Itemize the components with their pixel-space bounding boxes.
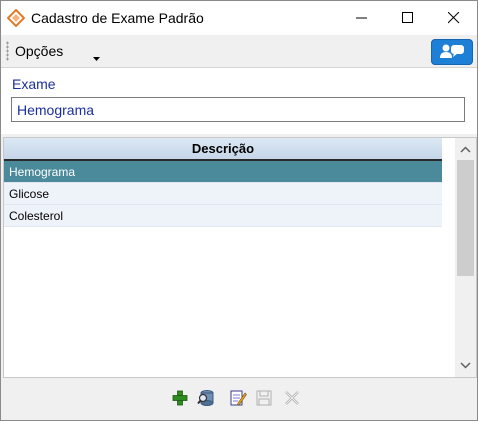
close-button[interactable] [431, 1, 477, 35]
edit-button[interactable] [227, 387, 249, 409]
scroll-down-button[interactable] [455, 356, 476, 374]
window: Cadastro de Exame Padrão Opções Exame He… [0, 0, 478, 421]
search-db-icon [197, 390, 214, 406]
exame-label: Exame [12, 76, 56, 92]
title-bar: Cadastro de Exame Padrão [1, 1, 477, 35]
menu-toolbar: Opções [1, 35, 477, 68]
exam-grid: Descrição Hemograma Glicose Colesterol [3, 137, 477, 378]
plus-icon [172, 390, 188, 406]
help-chat-button[interactable] [431, 39, 473, 65]
edit-icon [230, 390, 247, 406]
window-title: Cadastro de Exame Padrão [31, 10, 204, 26]
scrollbar-thumb[interactable] [457, 160, 474, 276]
table-row[interactable]: Glicose [4, 183, 442, 205]
table-row[interactable]: Hemograma [4, 161, 442, 183]
toolbar-grip[interactable] [6, 41, 9, 61]
save-icon [256, 390, 272, 406]
delete-icon [285, 391, 299, 405]
app-diamond-icon [6, 8, 26, 28]
add-button[interactable] [169, 387, 191, 409]
table-row[interactable]: Colesterol [4, 205, 442, 227]
opcoes-menu[interactable]: Opções [15, 43, 63, 59]
column-header-descricao[interactable]: Descrição [4, 138, 442, 161]
scroll-up-button[interactable] [455, 141, 476, 159]
maximize-button[interactable] [385, 1, 431, 35]
delete-button[interactable] [281, 387, 303, 409]
chevron-down-icon[interactable] [93, 49, 100, 64]
form-area: Exame [1, 68, 477, 134]
minimize-button[interactable] [339, 1, 385, 35]
action-bar [1, 378, 477, 420]
save-button[interactable] [253, 387, 275, 409]
exame-input[interactable] [11, 97, 465, 122]
search-button[interactable] [195, 387, 217, 409]
vertical-scrollbar[interactable] [455, 138, 476, 377]
